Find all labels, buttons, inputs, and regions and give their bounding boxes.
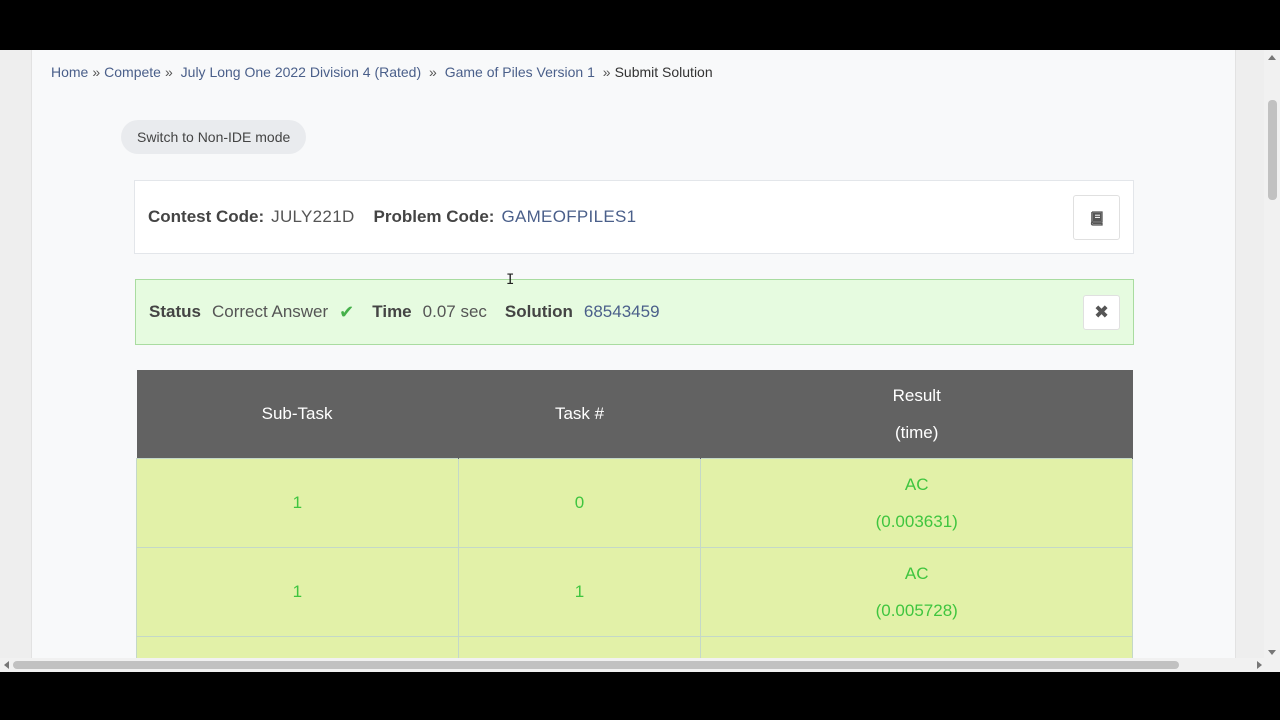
scroll-up-arrow-icon[interactable] <box>1268 55 1276 60</box>
status-value: Correct Answer <box>211 302 329 321</box>
result-time: (0.003631) <box>875 511 958 531</box>
subtask-header: Sub-Task <box>136 370 459 458</box>
contest-code-label: Contest Code: <box>148 207 265 226</box>
result-cell: AC (0.003631) <box>700 457 1133 548</box>
table-row: AC <box>136 635 1133 660</box>
result-header-label: Result <box>892 385 941 405</box>
vertical-scrollbar[interactable] <box>1264 50 1280 660</box>
breadcrumb-current: Submit Solution <box>614 64 713 80</box>
task-cell <box>457 635 702 660</box>
scroll-down-arrow-icon[interactable] <box>1268 650 1276 655</box>
vertical-scrollbar-thumb[interactable] <box>1268 100 1277 200</box>
subtask-cell: 1 <box>136 546 459 637</box>
result-verdict: AC <box>904 563 929 583</box>
time-value: 0.07 sec <box>422 302 487 321</box>
status-label: Status <box>149 302 201 321</box>
table-row: 1 0 AC (0.003631) <box>136 457 1133 548</box>
book-icon <box>1090 210 1103 226</box>
contest-code-value: JULY221D <box>271 207 355 226</box>
breadcrumb-compete[interactable]: Compete <box>104 64 161 80</box>
status-card: Status Correct Answer ✔ Time 0.07 sec So… <box>135 279 1134 345</box>
horizontal-scrollbar-thumb[interactable] <box>13 661 1179 669</box>
breadcrumb-contest[interactable]: July Long One 2022 Division 4 (Rated) <box>181 64 421 80</box>
results-table: Sub-Task Task # Result (time) 1 0 AC (0.… <box>136 370 1133 660</box>
text-cursor-icon: I <box>506 272 515 288</box>
result-verdict: AC <box>904 474 929 494</box>
problem-code-label: Problem Code: <box>373 207 495 226</box>
problem-statement-button[interactable] <box>1073 195 1120 240</box>
result-header-time: (time) <box>894 422 939 442</box>
subtask-cell: 1 <box>136 457 459 548</box>
task-cell: 0 <box>457 457 702 548</box>
page-content: Home» Compete» July Long One 2022 Divisio… <box>31 50 1236 660</box>
code-card: Contest Code: JULY221D Problem Code: GAM… <box>134 180 1134 254</box>
result-time: (0.005728) <box>875 600 958 620</box>
browser-viewport: Home» Compete» July Long One 2022 Divisio… <box>0 50 1280 672</box>
close-button[interactable]: ✖ <box>1083 295 1120 330</box>
solution-label: Solution <box>504 302 573 321</box>
table-row: 1 1 AC (0.005728) <box>136 546 1133 637</box>
solution-id-link[interactable]: 68543459 <box>584 302 660 322</box>
problem-code-link[interactable]: GAMEOFPILES1 <box>501 207 636 227</box>
breadcrumb-problem[interactable]: Game of Piles Version 1 <box>445 64 595 80</box>
close-icon: ✖ <box>1093 302 1110 322</box>
task-number-header: Task # <box>458 370 702 458</box>
result-cell: AC <box>700 635 1133 660</box>
breadcrumb-separator: » <box>92 64 101 80</box>
task-cell: 1 <box>457 546 702 637</box>
result-cell: AC (0.005728) <box>700 546 1133 637</box>
results-header-row: Sub-Task Task # Result (time) <box>136 370 1133 458</box>
breadcrumb-home[interactable]: Home <box>51 64 88 80</box>
switch-mode-button[interactable]: Switch to Non-IDE mode <box>121 120 307 154</box>
breadcrumb-separator: » <box>602 64 611 80</box>
time-label: Time <box>372 302 412 321</box>
breadcrumb-separator: » <box>164 64 173 80</box>
check-icon: ✔ <box>339 301 355 322</box>
scroll-left-arrow-icon[interactable] <box>4 661 9 669</box>
horizontal-scrollbar[interactable] <box>0 658 1280 672</box>
breadcrumb-separator: » <box>429 64 437 80</box>
scroll-right-arrow-icon[interactable] <box>1257 661 1262 669</box>
breadcrumb: Home» Compete» July Long One 2022 Divisio… <box>51 64 713 80</box>
result-header: Result (time) <box>700 370 1133 458</box>
subtask-cell <box>136 635 459 660</box>
